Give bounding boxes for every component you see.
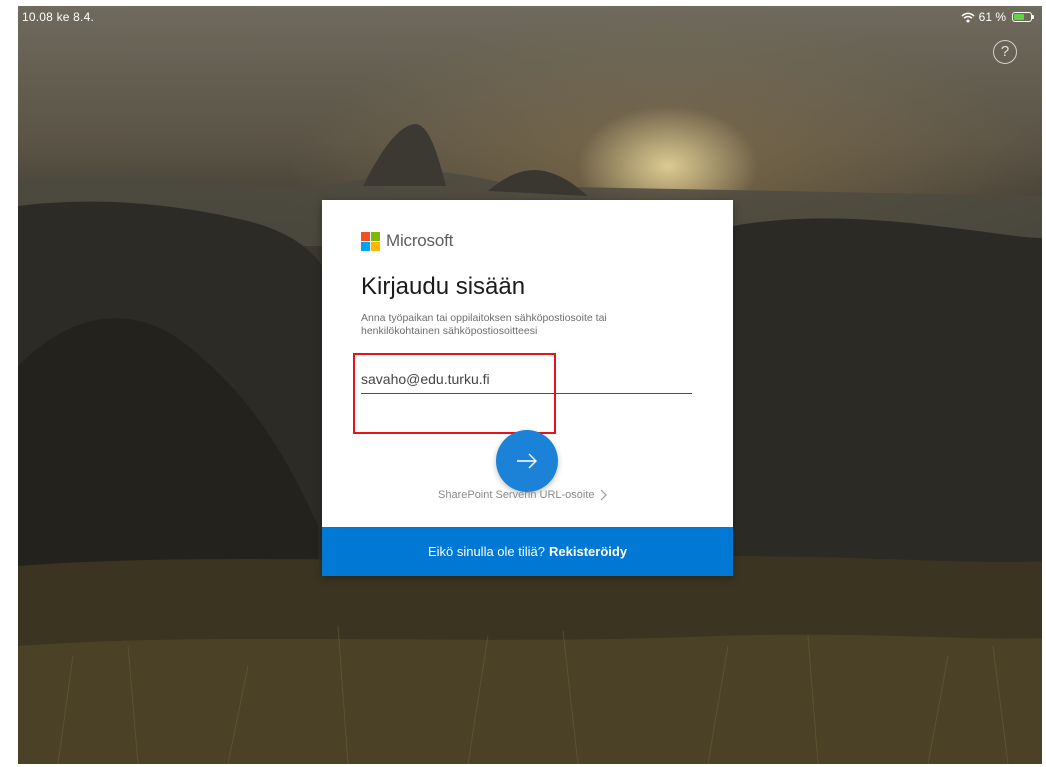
battery-charging-icon [1012, 12, 1034, 22]
logo-red-square [361, 231, 370, 241]
brand-name: Microsoft [386, 231, 454, 250]
register-bar[interactable]: Eikö sinulla ole tiliä? Rekisteröidy [322, 527, 733, 576]
sign-in-card: Microsoft Kirjaudu sisään Anna työpaikan… [322, 200, 733, 576]
email-field[interactable] [361, 364, 692, 394]
sharepoint-url-link[interactable]: SharePoint Serverin URL-osoite [438, 489, 607, 501]
next-button[interactable] [496, 430, 558, 492]
status-bar: 10.08 ke 8.4. 61 % [18, 6, 1042, 28]
ipad-screen: 10.08 ke 8.4. 61 % ? Microsoft Kirjaudu … [18, 6, 1042, 764]
wifi-icon [961, 12, 975, 22]
logo-blue-square [361, 241, 370, 251]
no-account-text: Eikö sinulla ole tiliä? [427, 544, 546, 559]
microsoft-logo-icon [361, 231, 380, 251]
microsoft-brand: Microsoft [361, 231, 453, 251]
status-indicators: 61 % [961, 10, 1034, 24]
status-time-date: 10.08 ke 8.4. [22, 10, 94, 24]
register-link[interactable]: Rekisteröidy [549, 544, 627, 559]
chevron-right-icon [600, 489, 607, 501]
battery-level-fill [1014, 14, 1024, 20]
battery-percent: 61 % [978, 10, 1006, 24]
page-title: Kirjaudu sisään [361, 273, 526, 300]
sharepoint-link-label: SharePoint Serverin URL-osoite [438, 489, 595, 501]
help-button[interactable]: ? [993, 40, 1017, 64]
arrow-right-icon [517, 453, 537, 469]
sign-in-instructions: Anna työpaikan tai oppilaitoksen sähköpo… [361, 312, 607, 337]
logo-yellow-square [371, 241, 380, 251]
logo-green-square [371, 231, 380, 241]
